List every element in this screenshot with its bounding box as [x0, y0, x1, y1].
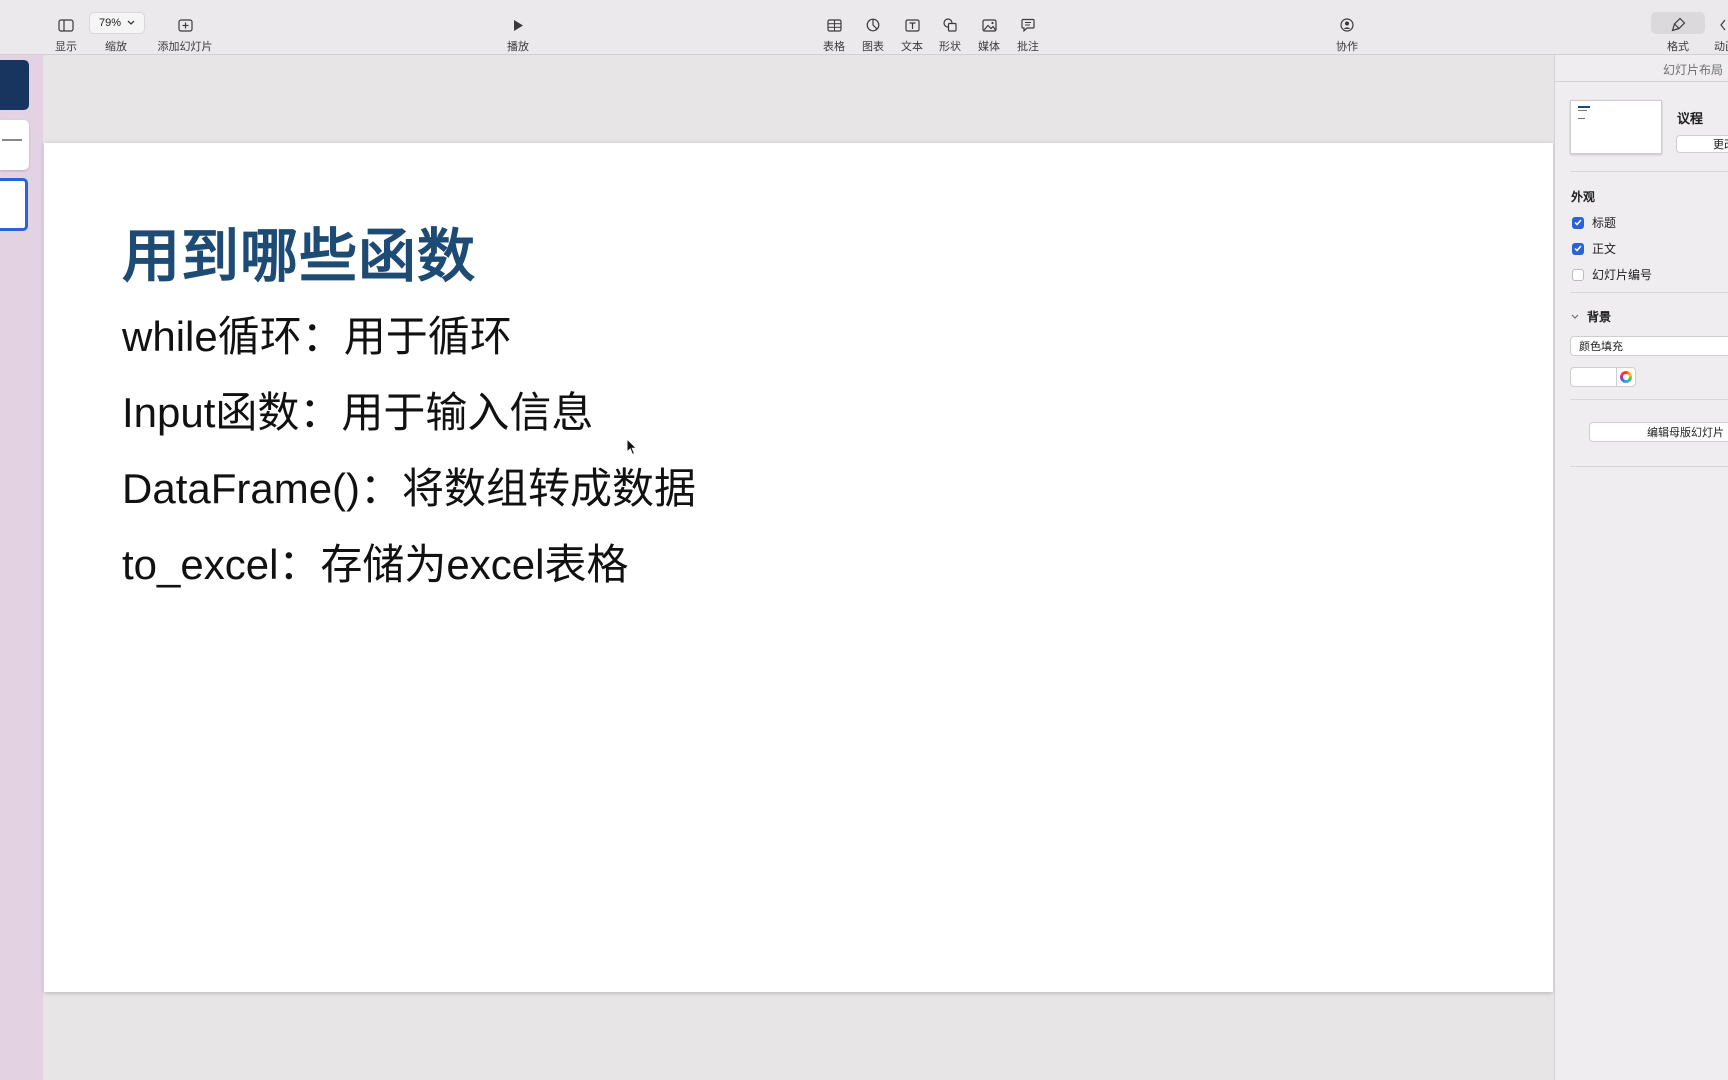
comment-button[interactable]: 批注 — [1013, 0, 1043, 54]
table-label: 表格 — [823, 41, 845, 53]
paintbrush-icon — [1671, 17, 1685, 32]
thumbnail-text-line — [1578, 118, 1585, 119]
background-section-toggle[interactable]: 背景 — [1571, 308, 1611, 325]
slide-thumbnail-2[interactable] — [0, 120, 29, 170]
divider — [1570, 171, 1728, 172]
color-well-divider — [1616, 368, 1617, 386]
zoom-label: 缩放 — [105, 41, 127, 53]
collaborate-button[interactable]: 协作 — [1332, 0, 1362, 54]
slide-title[interactable]: 用到哪些函数 — [122, 209, 476, 293]
slide[interactable]: 用到哪些函数 while循环：用于循环 Input函数：用于输入信息 DataF… — [44, 143, 1553, 992]
view-label: 显示 — [55, 41, 77, 53]
divider — [1570, 399, 1728, 400]
media-button[interactable]: 媒体 — [974, 0, 1004, 54]
animate-button[interactable]: 动画 — [1710, 0, 1728, 54]
inspector-panel: 幻灯片布局 议程 更改 外观 标题 正文 幻灯片编号 背景 颜色填充 编辑母版幻… — [1554, 55, 1728, 1080]
slide-navigator — [0, 55, 43, 1080]
view-button[interactable]: 显示 — [50, 0, 82, 54]
sidebar-icon — [58, 19, 74, 32]
slide-thumbnail-3-selected[interactable] — [0, 178, 28, 231]
mouse-cursor-icon — [626, 438, 638, 456]
table-icon — [826, 19, 842, 32]
text-box-icon — [904, 19, 920, 32]
slide-bullet-1[interactable]: while循环：用于循环 — [122, 303, 512, 364]
title-checkbox[interactable] — [1572, 216, 1584, 229]
chevron-down-icon — [1571, 314, 1579, 319]
checkmark-icon — [1574, 245, 1582, 252]
title-checkbox-label: 标题 — [1592, 216, 1617, 230]
chart-button[interactable]: 图表 — [858, 0, 888, 54]
divider — [1570, 466, 1728, 467]
format-button[interactable]: 格式 — [1663, 0, 1693, 54]
chart-icon — [866, 18, 880, 32]
checkmark-icon — [1574, 219, 1582, 226]
text-label: 文本 — [901, 41, 923, 53]
change-layout-label: 更改 — [1713, 139, 1728, 151]
inspector-header: 幻灯片布局 — [1662, 63, 1723, 77]
edit-master-slide-button[interactable]: 编辑母版幻灯片 — [1589, 422, 1728, 442]
comment-icon — [1021, 18, 1035, 32]
background-fill-value: 颜色填充 — [1579, 341, 1623, 353]
comment-label: 批注 — [1017, 41, 1039, 53]
add-slide-label: 添加幻灯片 — [157, 41, 213, 53]
shape-icon — [943, 18, 957, 32]
edit-master-slide-label: 编辑母版幻灯片 — [1647, 427, 1724, 439]
play-button[interactable]: 播放 — [503, 0, 533, 54]
add-slide-button[interactable]: 添加幻灯片 — [155, 0, 215, 54]
body-checkbox-label: 正文 — [1592, 242, 1617, 256]
toolbar: 显示 79% 缩放 添加幻灯片 播放 表格 图表 文本 形状 媒体 批注 协作 … — [0, 0, 1728, 55]
play-icon — [514, 20, 523, 31]
thumbnail-text-line — [1578, 110, 1587, 111]
collaborate-icon — [1340, 18, 1354, 32]
slide-number-checkbox-row[interactable]: 幻灯片编号 — [1572, 266, 1652, 283]
shape-button[interactable]: 形状 — [935, 0, 965, 54]
background-heading: 背景 — [1587, 310, 1612, 324]
color-wheel-icon[interactable] — [1620, 371, 1632, 383]
divider — [1555, 81, 1728, 82]
slide-number-checkbox-label: 幻灯片编号 — [1592, 268, 1653, 282]
format-label: 格式 — [1667, 41, 1689, 53]
body-checkbox[interactable] — [1572, 242, 1584, 255]
slide-bullet-2[interactable]: Input函数：用于输入信息 — [122, 379, 593, 440]
slide-canvas: 用到哪些函数 while循环：用于循环 Input函数：用于输入信息 DataF… — [44, 55, 1553, 1080]
thumbnail-text-line — [2, 139, 22, 141]
slide-thumbnail-1[interactable] — [0, 60, 29, 110]
title-checkbox-row[interactable]: 标题 — [1572, 214, 1616, 231]
collaborate-label: 协作 — [1336, 41, 1358, 53]
add-slide-icon — [177, 19, 193, 32]
zoom-control: 缩放 — [101, 0, 131, 54]
body-checkbox-row[interactable]: 正文 — [1572, 240, 1616, 257]
animate-icon — [1720, 19, 1726, 31]
thumbnail-title-line — [1578, 106, 1590, 108]
background-fill-select[interactable]: 颜色填充 — [1570, 336, 1728, 356]
text-button[interactable]: 文本 — [897, 0, 927, 54]
slide-bullet-4[interactable]: to_excel：存储为excel表格 — [122, 531, 628, 592]
media-label: 媒体 — [978, 41, 1000, 53]
table-button[interactable]: 表格 — [819, 0, 849, 54]
layout-name: 议程 — [1677, 111, 1704, 126]
background-color-well[interactable] — [1570, 367, 1636, 387]
play-label: 播放 — [507, 41, 529, 53]
change-layout-button[interactable]: 更改 — [1676, 135, 1728, 153]
slide-bullet-3[interactable]: DataFrame()：将数组转成数据 — [122, 455, 696, 516]
shape-label: 形状 — [939, 41, 961, 53]
divider — [1570, 292, 1728, 293]
photo-icon — [981, 19, 997, 32]
slide-number-checkbox[interactable] — [1572, 268, 1584, 281]
layout-thumbnail[interactable] — [1570, 100, 1662, 154]
appearance-heading: 外观 — [1571, 190, 1596, 204]
animate-label: 动画 — [1714, 41, 1728, 53]
chart-label: 图表 — [862, 41, 884, 53]
